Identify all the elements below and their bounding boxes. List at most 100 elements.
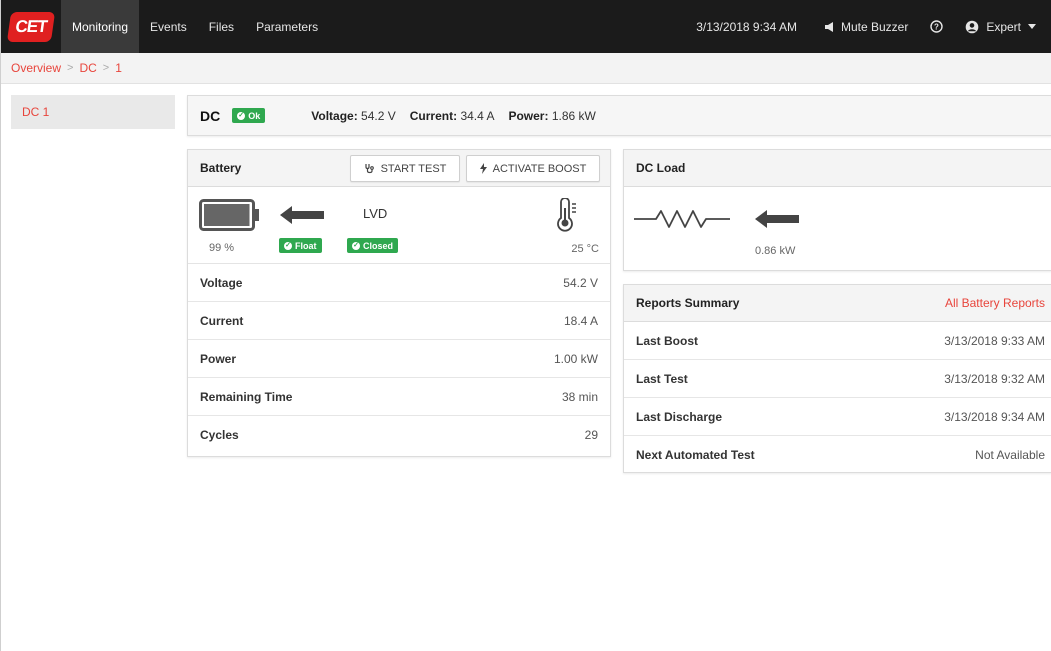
dc-current-label: Current: (409, 108, 458, 123)
dc-voltage-label: Voltage: (311, 108, 358, 123)
row-label: Last Boost (636, 333, 699, 348)
nav-parameters[interactable]: Parameters (245, 0, 329, 53)
battery-panel: Battery START TEST ACTIVATE BOOST 99 % ✓… (187, 149, 611, 457)
row-value: 1.00 kW (553, 351, 598, 366)
row-value: 38 min (561, 389, 598, 404)
battery-fill (204, 204, 250, 226)
breadcrumb: Overview > DC > 1 (1, 53, 1051, 84)
float-label: Float (295, 240, 317, 251)
lightning-icon (479, 163, 487, 174)
check-icon: ✓ (237, 111, 246, 120)
dc-current-value: 34.4 A (460, 108, 495, 123)
logo-text: CET (14, 16, 48, 36)
nav-files[interactable]: Files (198, 0, 245, 53)
breadcrumb-overview[interactable]: Overview (11, 61, 61, 75)
battery-charge: 99 % (209, 242, 235, 254)
datetime-display: 3/13/2018 9:34 AM (696, 19, 797, 34)
arrow-left-icon (755, 210, 799, 228)
cet-logo[interactable]: CET (1, 0, 61, 53)
sidebar: DC 1 (11, 95, 175, 129)
reports-header: Reports Summary All Battery Reports (624, 285, 1051, 322)
mute-buzzer-button[interactable]: Mute Buzzer (814, 20, 919, 34)
battery-temperature: 25 °C (571, 243, 599, 255)
activate-boost-label: ACTIVATE BOOST (492, 162, 587, 175)
row-label: Power (200, 351, 237, 366)
reports-title: Reports Summary (636, 296, 740, 310)
breadcrumb-dc-1[interactable]: 1 (115, 61, 122, 75)
dc-status-badge: ✓ Ok (232, 108, 266, 123)
check-icon: ✓ (284, 241, 292, 250)
battery-row-voltage: Voltage 54.2 V (188, 264, 610, 302)
lvd-closed-label: Closed (363, 240, 394, 251)
battery-header: Battery START TEST ACTIVATE BOOST (188, 150, 610, 187)
lvd-label: LVD (363, 206, 388, 221)
dc-current: Current: 34.4 A (410, 109, 495, 123)
dc-title: DC (200, 107, 221, 124)
breadcrumb-separator: > (67, 62, 74, 74)
row-label: Next Automated Test (636, 448, 755, 462)
float-badge: ✓ Float (279, 238, 322, 253)
dc-status-label: Ok (248, 110, 261, 121)
dc-voltage-value: 54.2 V (361, 108, 396, 123)
help-button[interactable]: ? (919, 20, 954, 33)
dc-load-power: 0.86 kW (755, 245, 796, 257)
dc-power-value: 1.86 kW (551, 108, 596, 123)
reports-summary-panel: Reports Summary All Battery Reports Last… (623, 284, 1051, 473)
dc-power: Power: 1.86 kW (508, 109, 595, 123)
mute-buzzer-label: Mute Buzzer (840, 19, 909, 34)
all-battery-reports-link[interactable]: All Battery Reports (945, 296, 1045, 310)
start-test-label: START TEST (380, 162, 447, 175)
check-icon: ✓ (352, 241, 360, 250)
row-label: Last Discharge (636, 409, 723, 424)
battery-row-cycles: Cycles 29 (188, 416, 610, 454)
svg-text:?: ? (934, 23, 939, 32)
lvd-closed-badge: ✓ Closed (347, 238, 399, 253)
dc-voltage: Voltage: 54.2 V (311, 109, 396, 123)
start-test-button[interactable]: START TEST (350, 155, 460, 182)
arrow-left-icon (280, 206, 324, 224)
row-label: Cycles (200, 428, 239, 442)
battery-title: Battery (200, 161, 242, 175)
user-circle-icon (965, 20, 979, 34)
row-label: Current (200, 313, 244, 328)
resistor-icon (634, 210, 730, 228)
breadcrumb-dc[interactable]: DC (79, 61, 96, 75)
caret-down-icon (1028, 24, 1036, 29)
dc-load-title: DC Load (636, 161, 686, 175)
dc-power-label: Power: (508, 108, 549, 123)
app-window: CET Monitoring Events Files Parameters 3… (0, 0, 1051, 651)
row-label: Voltage (200, 275, 243, 290)
report-row-last-discharge: Last Discharge 3/13/2018 9:34 AM (624, 398, 1051, 436)
top-navigation-bar: CET Monitoring Events Files Parameters 3… (1, 0, 1051, 53)
user-name: Expert (986, 19, 1021, 34)
report-row-last-test: Last Test 3/13/2018 9:32 AM (624, 360, 1051, 398)
row-value: Not Available (975, 448, 1045, 462)
battery-row-current: Current 18.4 A (188, 302, 610, 340)
row-value: 3/13/2018 9:32 AM (944, 371, 1045, 386)
row-value: 29 (584, 428, 598, 442)
battery-row-remaining-time: Remaining Time 38 min (188, 378, 610, 416)
help-icon: ? (930, 20, 944, 33)
sidebar-item-dc-1[interactable]: DC 1 (11, 95, 175, 129)
row-label: Last Test (636, 371, 688, 386)
nav-events[interactable]: Events (139, 0, 198, 53)
speaker-icon (824, 21, 834, 32)
report-row-last-boost: Last Boost 3/13/2018 9:33 AM (624, 322, 1051, 360)
user-menu[interactable]: Expert (954, 20, 1051, 34)
dc-summary-bar: DC ✓ Ok Voltage: 54.2 V Current: 34.4 A … (187, 95, 1051, 136)
row-value: 18.4 A (563, 313, 598, 328)
dc-load-panel: DC Load 0.86 kW (623, 149, 1051, 271)
dc-load-header: DC Load (624, 150, 1051, 187)
breadcrumb-separator: > (102, 62, 110, 74)
row-value: 54.2 V (563, 275, 598, 290)
row-label: Remaining Time (200, 389, 293, 404)
battery-visual: 99 % ✓ Float LVD ✓ Closed 25 °C (188, 187, 610, 264)
dc-load-visual: 0.86 kW (624, 187, 1051, 271)
stethoscope-icon (364, 163, 375, 174)
battery-row-power: Power 1.00 kW (188, 340, 610, 378)
nav-monitoring[interactable]: Monitoring (61, 0, 140, 53)
activate-boost-button[interactable]: ACTIVATE BOOST (466, 155, 600, 182)
row-value: 3/13/2018 9:34 AM (944, 409, 1045, 424)
report-row-next-automated-test: Next Automated Test Not Available (624, 436, 1051, 474)
thermometer-icon (557, 198, 576, 232)
